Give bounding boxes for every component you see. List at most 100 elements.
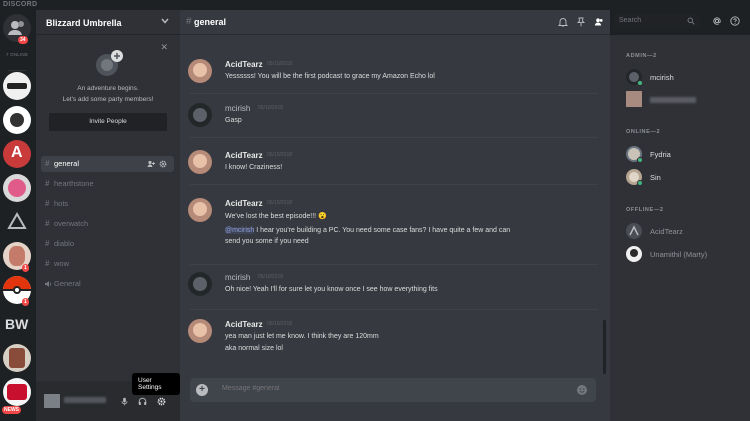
avatar[interactable]	[188, 103, 212, 127]
voice-channel-general[interactable]: General	[41, 276, 174, 292]
member-item[interactable]: mcirish	[626, 69, 746, 87]
member-item[interactable]: Fydria	[626, 146, 746, 164]
message-author[interactable]: mcirish	[225, 273, 250, 282]
avatar	[626, 223, 642, 239]
gear-icon[interactable]	[159, 160, 167, 168]
guild-icon-10[interactable]	[3, 378, 31, 406]
member-list-icon[interactable]	[594, 17, 604, 27]
hash-icon: #	[45, 199, 50, 208]
guild-rail: 34 7 ONLINE A 1 1 BW NEWS	[0, 10, 36, 421]
member-item[interactable]: Sin	[626, 169, 746, 187]
guild-icon-3[interactable]: A	[3, 140, 31, 168]
guild-icon-2[interactable]	[3, 106, 31, 134]
member-name-redacted	[650, 97, 696, 103]
add-member-icon[interactable]	[147, 160, 155, 168]
avatar[interactable]	[188, 272, 212, 296]
channel-name: diablo	[54, 239, 75, 248]
message-timestamp: 05/10/2018	[267, 61, 293, 67]
close-icon[interactable]: ✕	[160, 42, 168, 53]
emoji-icon[interactable]	[576, 384, 588, 396]
guild-icon-5[interactable]	[3, 208, 31, 236]
avatar[interactable]	[188, 150, 212, 174]
channel-overwatch[interactable]: # overwatch	[41, 216, 174, 232]
upload-plus-icon[interactable]: +	[196, 384, 208, 396]
status-dot	[637, 180, 643, 186]
message-timestamp: 05/10/2018	[267, 321, 293, 327]
search-placeholder: Search	[619, 17, 642, 24]
channel-name: hearthstone	[54, 179, 94, 188]
member-item[interactable]: AcidTearz	[626, 223, 746, 241]
pin-icon[interactable]	[576, 17, 586, 27]
help-icon[interactable]	[730, 16, 740, 26]
message-text: Oh nice! Yeah I'll for sure let you know…	[225, 286, 438, 293]
invite-line-2: Let's add some party members!	[62, 96, 154, 103]
message-author[interactable]: AcidTearz	[225, 151, 263, 160]
home-mention-badge: 34	[18, 36, 28, 44]
hash-icon: #	[45, 179, 50, 188]
online-count: 7 ONLINE	[5, 52, 29, 57]
mention-icon[interactable]	[712, 16, 722, 26]
avatar[interactable]	[188, 59, 212, 83]
message-author[interactable]: AcidTearz	[225, 199, 263, 208]
message-author[interactable]: AcidTearz	[225, 60, 263, 69]
channel-name: wow	[54, 259, 70, 268]
server-name: Blizzard Umbrella	[46, 18, 122, 28]
message-divider	[190, 93, 598, 94]
news-badge: NEWS	[2, 406, 21, 414]
bell-icon[interactable]	[558, 17, 568, 27]
invite-line-1: An adventure begins.	[77, 85, 139, 92]
microphone-icon[interactable]	[120, 397, 129, 406]
invite-people-button[interactable]: Invite People	[49, 113, 167, 131]
status-dot	[637, 157, 643, 163]
member-item[interactable]	[626, 91, 746, 109]
hash-icon: #	[45, 159, 50, 168]
guild-icon-8[interactable]: BW	[3, 310, 31, 338]
message-text: I know! Craziness!	[225, 164, 283, 171]
chat-scrollbar[interactable]	[603, 320, 606, 374]
settings-gear-icon[interactable]	[157, 397, 166, 406]
speaker-icon	[45, 281, 51, 287]
message-author[interactable]: AcidTearz	[225, 320, 263, 329]
avatar	[626, 246, 642, 262]
chevron-down-icon[interactable]	[160, 16, 170, 26]
avatar	[626, 91, 642, 107]
guild-icon-1[interactable]	[3, 72, 31, 100]
channel-title: general	[194, 17, 227, 27]
channel-wow[interactable]: # wow	[41, 256, 174, 272]
rail-divider	[8, 70, 26, 71]
user-mention[interactable]: @mcirish	[225, 227, 255, 234]
channel-name: hots	[54, 199, 69, 208]
avatar[interactable]	[188, 319, 212, 343]
member-item[interactable]: Unamithil (Marty)	[626, 246, 746, 264]
channel-general[interactable]: # general	[41, 156, 174, 172]
message-text: aka normal size lol	[225, 345, 283, 352]
headphones-icon[interactable]	[138, 397, 147, 406]
message-text: send you some if you need	[225, 238, 309, 245]
party-icon	[96, 50, 123, 76]
avatar[interactable]	[188, 198, 212, 222]
channel-diablo[interactable]: # diablo	[41, 236, 174, 252]
message-divider	[190, 184, 598, 185]
status-dot	[637, 80, 643, 86]
member-name: Unamithil (Marty)	[650, 250, 708, 259]
member-group-label: OFFLINE—2	[626, 207, 664, 213]
search-box[interactable]: Search	[614, 14, 700, 29]
channel-hots[interactable]: # hots	[41, 196, 174, 212]
message-input[interactable]	[222, 385, 552, 392]
guild-icon-9[interactable]	[3, 344, 31, 372]
guild-badge-6: 1	[22, 264, 29, 272]
username-redacted	[64, 397, 106, 403]
message-author[interactable]: mcirish	[225, 104, 250, 113]
message-timestamp: 05/10/2018	[267, 152, 293, 158]
hash-icon: #	[186, 16, 192, 27]
chat-area: # general AcidTearz 05/10/2018 Yessssss!…	[180, 10, 610, 421]
avatar[interactable]	[44, 394, 60, 408]
member-name: Fydria	[650, 150, 671, 159]
message-text: We've lost the best episode!!! 😮	[225, 213, 327, 220]
invite-card: ✕ An adventure begins. Let's add some pa…	[36, 36, 180, 144]
channel-name: general	[54, 159, 80, 168]
guild-icon-4[interactable]	[3, 174, 31, 202]
server-header[interactable]: Blizzard Umbrella	[36, 10, 180, 35]
message-text: yea man just let me know. I think they a…	[225, 333, 379, 340]
channel-hearthstone[interactable]: # hearthstone	[41, 176, 174, 192]
